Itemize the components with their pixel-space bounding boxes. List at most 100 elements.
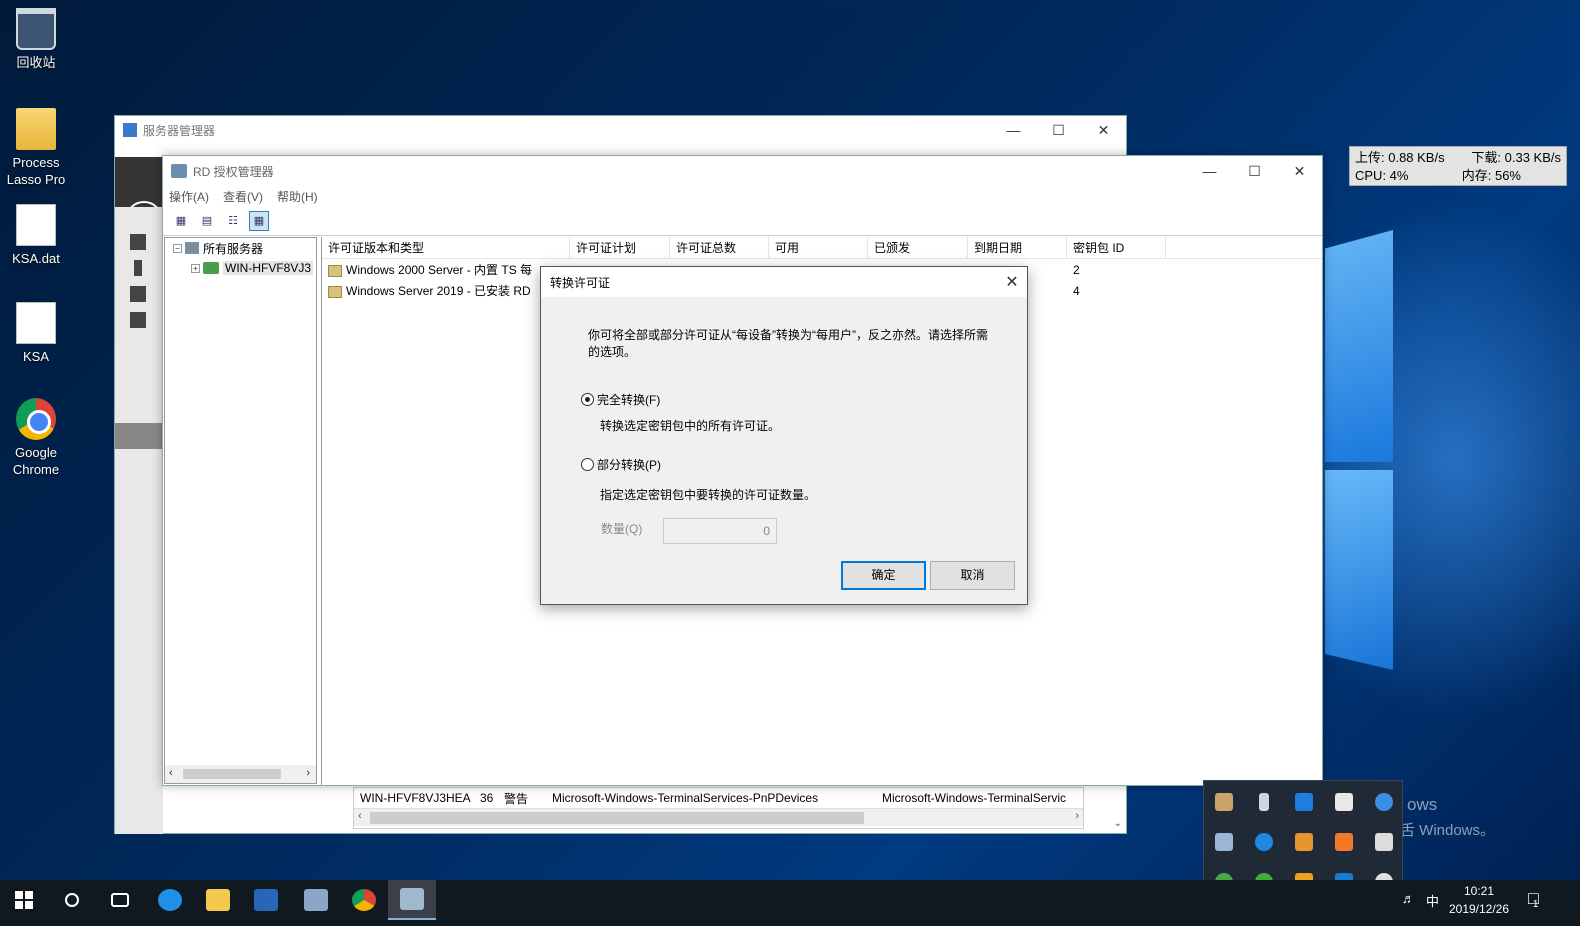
large-icons-view-icon[interactable]: ▦ xyxy=(171,211,191,231)
server-manager-icon xyxy=(123,123,137,137)
feather-icon[interactable] xyxy=(1375,793,1393,811)
minimize-button[interactable]: — xyxy=(991,116,1036,144)
dashboard-icon[interactable] xyxy=(130,234,146,250)
desktop-icon-label: 回收站 xyxy=(16,55,56,70)
details-view-icon[interactable]: ▦ xyxy=(249,210,269,231)
minimize-button[interactable]: — xyxy=(1187,157,1232,185)
column-header[interactable]: 可用 xyxy=(769,237,868,258)
teamviewer-icon[interactable] xyxy=(1255,833,1273,851)
partial-conversion-option[interactable]: 部分转换(P) xyxy=(581,456,661,473)
desktop-icon-ksa-dat[interactable]: KSA.dat xyxy=(0,204,72,267)
chrome-icon xyxy=(352,889,376,911)
usb-icon[interactable] xyxy=(1259,793,1269,811)
netspeed-widget[interactable]: 上传: 0.88 KB/s 下载: 0.33 KB/s CPU: 4% 内存: … xyxy=(1349,146,1567,186)
scroll-down-icon[interactable]: ⌄ xyxy=(1114,818,1122,829)
rd-titlebar[interactable]: RD 授权管理器 — ☐ ✕ xyxy=(163,156,1322,186)
server-manager-titlebar[interactable]: 服务器管理器 — ☐ ✕ xyxy=(115,116,1126,144)
scroll-left-icon[interactable]: ‹ xyxy=(169,767,173,779)
menu-action[interactable]: 操作(A) xyxy=(169,188,209,205)
column-header[interactable]: 到期日期 xyxy=(968,237,1067,258)
scroll-thumb[interactable] xyxy=(183,769,281,779)
toolbar: ▦ ▤ ☷ ▦ xyxy=(163,206,1322,236)
desktop-icon-process-lasso[interactable]: Process Lasso Pro xyxy=(0,108,72,188)
tree-node-server[interactable]: + WIN-HFVF8VJ3 xyxy=(165,258,316,278)
clock-date: 2019/12/26 xyxy=(1448,902,1510,916)
event-id: 36 xyxy=(480,791,494,805)
gear-icon[interactable] xyxy=(1335,833,1353,851)
horizontal-scrollbar[interactable]: ‹ › xyxy=(354,808,1083,826)
clock[interactable]: 10:21 2019/12/26 xyxy=(1440,882,1518,918)
tree-node-all-servers[interactable]: − 所有服务器 xyxy=(165,238,316,258)
file-services-icon[interactable] xyxy=(130,312,146,328)
notification-count: 1 xyxy=(1532,899,1539,910)
taskbar-server-manager[interactable] xyxy=(292,880,340,920)
expand-icon[interactable]: + xyxy=(191,263,200,273)
dialog-title: 转换许可证 xyxy=(550,275,611,290)
column-header[interactable]: 许可证总数 xyxy=(670,237,769,258)
screenshot-icon[interactable] xyxy=(1215,833,1233,851)
maximize-button[interactable]: ☐ xyxy=(1232,157,1277,185)
task-view-button[interactable] xyxy=(96,880,144,920)
full-conversion-option[interactable]: 完全转换(F) xyxy=(581,391,660,408)
app-window-icon[interactable] xyxy=(1295,833,1313,851)
cat-icon[interactable] xyxy=(1215,793,1233,811)
server-manager-nav xyxy=(115,207,163,834)
table-row[interactable]: WIN-HFVF8VJ3HEA 36 警告 Microsoft-Windows-… xyxy=(354,788,1083,808)
event-level: 警告 xyxy=(504,791,529,806)
menu-view[interactable]: 查看(V) xyxy=(223,188,263,205)
file-icon xyxy=(16,204,56,246)
security-shield-icon[interactable] xyxy=(1335,793,1353,811)
desktop-icon-google-chrome[interactable]: Google Chrome xyxy=(0,398,72,478)
all-servers-icon[interactable] xyxy=(130,286,146,302)
list-view-icon[interactable]: ☷ xyxy=(223,211,243,231)
convert-licenses-dialog: 转换许可证 ✕ 你可将全部或部分许可证从“每设备”转换为“每用户”，反之亦然。请… xyxy=(540,266,1028,605)
scroll-thumb[interactable] xyxy=(370,812,864,824)
event-table: WIN-HFVF8VJ3HEA 36 警告 Microsoft-Windows-… xyxy=(353,787,1084,829)
radio-partial[interactable] xyxy=(581,458,594,471)
volume-icon[interactable]: ♬ xyxy=(1402,891,1415,906)
close-icon[interactable]: ✕ xyxy=(997,272,1027,292)
maximize-button[interactable]: ☐ xyxy=(1036,116,1081,144)
rds-nav-item[interactable] xyxy=(115,423,163,449)
internet-explorer-icon xyxy=(158,889,182,911)
quantity-label: 数量(Q) xyxy=(601,522,643,536)
menu-help[interactable]: 帮助(H) xyxy=(277,188,318,205)
small-icons-view-icon[interactable]: ▤ xyxy=(197,211,217,231)
taskbar-ie[interactable] xyxy=(146,880,194,920)
radio-label: 完全转换(F) xyxy=(597,393,661,407)
horizontal-scrollbar[interactable]: ‹ › xyxy=(165,765,316,783)
server-manager-icon xyxy=(304,889,328,911)
column-header[interactable]: 许可证计划 xyxy=(570,237,670,258)
scroll-right-icon[interactable]: › xyxy=(306,767,310,779)
column-header[interactable]: 密钥包 ID xyxy=(1067,237,1166,258)
desktop-icon-ksa[interactable]: KSA xyxy=(0,302,72,365)
column-header[interactable]: 已颁发 xyxy=(868,237,968,258)
taskbar-powershell[interactable] xyxy=(242,880,290,920)
taskbar-chrome[interactable] xyxy=(340,880,388,920)
notification-icon[interactable]: □1 xyxy=(1528,888,1544,910)
scroll-left-icon[interactable]: ‹ xyxy=(358,810,362,822)
taskbar-explorer[interactable] xyxy=(194,880,242,920)
bluetooth-icon[interactable] xyxy=(1295,793,1313,811)
cancel-button[interactable]: 取消 xyxy=(930,561,1015,590)
download-speed: 下载: 0.33 KB/s xyxy=(1471,150,1561,165)
column-header[interactable]: 许可证版本和类型 xyxy=(322,237,570,258)
ok-button[interactable]: 确定 xyxy=(841,561,926,590)
local-server-icon[interactable] xyxy=(134,260,142,276)
tree-node-label: 所有服务器 xyxy=(203,241,264,256)
desktop-icon-recycle-bin[interactable]: 回收站 xyxy=(0,8,72,71)
scroll-right-icon[interactable]: › xyxy=(1075,810,1079,822)
quantity-field[interactable]: 0 xyxy=(663,518,777,544)
radio-full[interactable] xyxy=(581,393,594,406)
close-button[interactable]: ✕ xyxy=(1277,157,1322,185)
task-view-icon xyxy=(111,893,129,907)
copy-icon[interactable] xyxy=(1375,833,1393,851)
search-button[interactable] xyxy=(48,880,96,920)
rd-licensing-icon xyxy=(400,888,424,910)
ime-indicator[interactable]: 中 xyxy=(1426,891,1439,910)
close-button[interactable]: ✕ xyxy=(1081,116,1126,144)
taskbar-rd-licensing[interactable] xyxy=(388,880,436,920)
start-button[interactable] xyxy=(0,880,48,920)
dialog-titlebar[interactable]: 转换许可证 ✕ xyxy=(541,267,1027,297)
collapse-icon[interactable]: − xyxy=(173,243,182,253)
